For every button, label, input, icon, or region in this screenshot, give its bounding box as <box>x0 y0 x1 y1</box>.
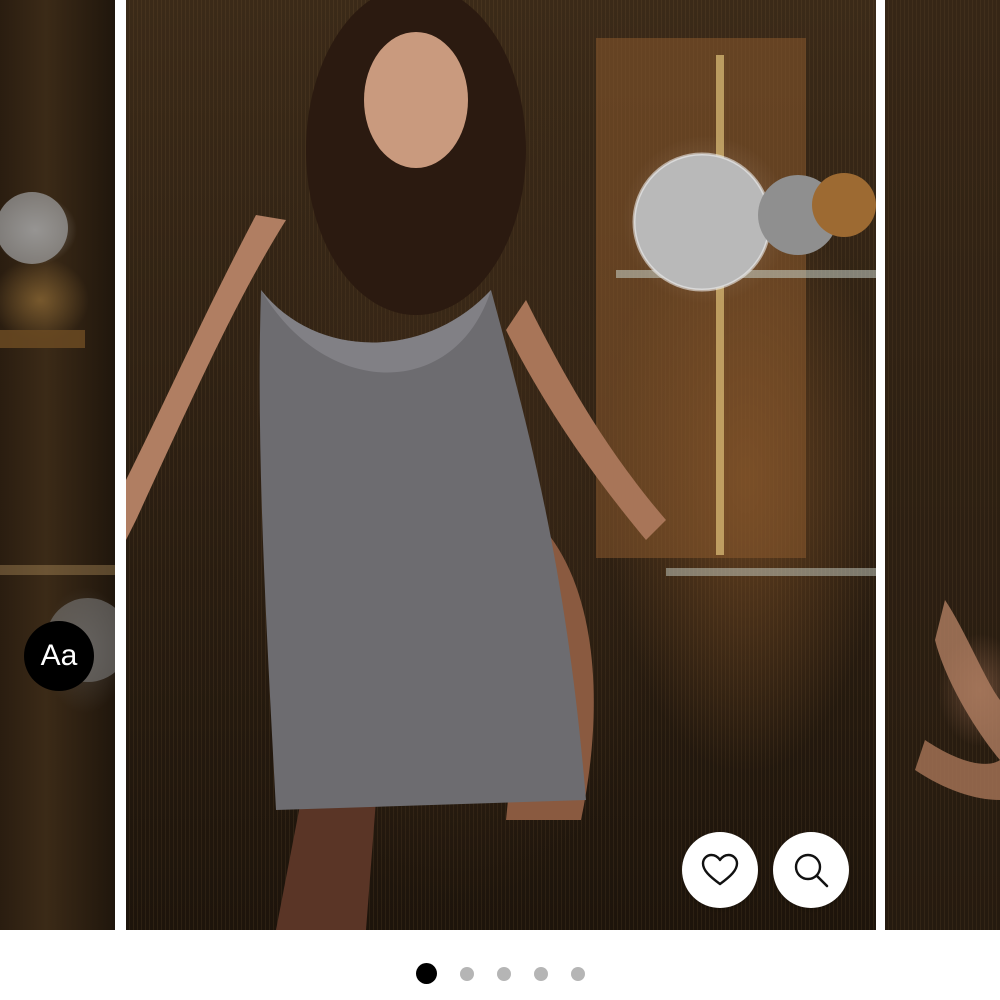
pagination-dot-3[interactable] <box>496 966 511 981</box>
main-product-image[interactable] <box>126 0 876 930</box>
next-product-image[interactable] <box>885 0 1000 930</box>
font-settings-label: Aa <box>40 639 78 672</box>
pagination-dot-4[interactable] <box>533 966 548 981</box>
pagination-dot-1[interactable] <box>415 963 437 984</box>
carousel-pagination <box>0 963 1000 984</box>
previous-photo-art <box>0 192 115 682</box>
zoom-image-button[interactable] <box>773 832 849 908</box>
font-settings-button[interactable]: Aa <box>24 621 94 691</box>
search-icon <box>794 853 829 888</box>
product-image-carousel[interactable]: Aa <box>0 0 1000 930</box>
heart-icon <box>701 853 739 886</box>
next-photo-art <box>915 600 1000 800</box>
model-photo-art <box>126 0 876 930</box>
previous-product-image[interactable]: Aa <box>0 0 115 930</box>
pagination-dot-2[interactable] <box>459 966 474 981</box>
pagination-dot-5[interactable] <box>570 966 585 981</box>
add-to-wishlist-button[interactable] <box>682 832 758 908</box>
